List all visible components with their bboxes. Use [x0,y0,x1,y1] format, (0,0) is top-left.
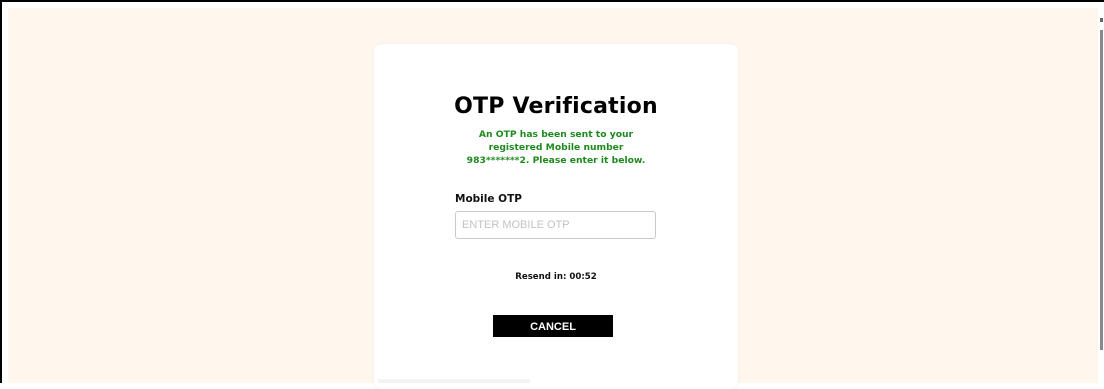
mobile-otp-input[interactable] [455,211,656,239]
resend-countdown: Resend in: 00:52 [515,272,597,282]
page-title: OTP Verification [454,94,658,119]
scroll-up-arrow-icon[interactable] [1100,18,1103,22]
bottom-edge-element [378,379,530,383]
otp-verification-card: OTP Verification An OTP has been sent to… [374,44,738,389]
cancel-button[interactable]: CANCEL [493,315,613,337]
vertical-scrollbar-thumb[interactable] [1100,30,1103,350]
mobile-otp-label: Mobile OTP [455,193,522,205]
otp-sent-message: An OTP has been sent to your registered … [466,129,646,166]
